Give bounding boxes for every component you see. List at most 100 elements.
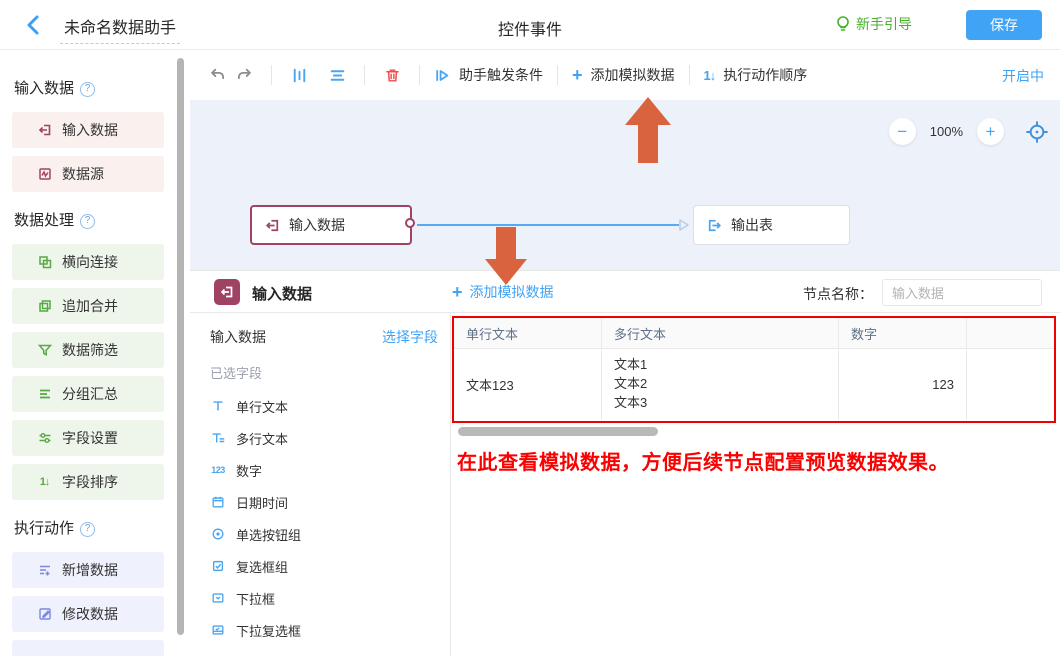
- radio-icon: [210, 526, 226, 542]
- sidebar-item-horizontal-join[interactable]: 横向连接: [12, 244, 164, 280]
- sidebar-item-edit-data[interactable]: 修改数据: [12, 596, 164, 632]
- fields-source-label: 输入数据: [210, 327, 266, 347]
- zoom-in-button[interactable]: +: [977, 118, 1004, 145]
- panel-add-mock-button[interactable]: + 添加模拟数据: [452, 282, 554, 302]
- table-horizontal-scrollbar[interactable]: [458, 427, 658, 436]
- beginner-guide-link[interactable]: 新手引导: [835, 14, 912, 34]
- sidebar-item-data-filter[interactable]: 数据筛选: [12, 332, 164, 368]
- add-mock-data-label: 添加模拟数据: [591, 65, 675, 85]
- node-library-sidebar: 输入数据 ? 输入数据 数据源 数据处理 ?: [0, 50, 190, 656]
- sliders-icon: [36, 430, 53, 447]
- table-cell: 123: [839, 349, 967, 420]
- trigger-play-icon: [434, 67, 451, 84]
- node-name-label: 节点名称：: [803, 284, 873, 304]
- sidebar-scrollbar[interactable]: [177, 58, 184, 635]
- sidebar-item-append-merge[interactable]: 追加合并: [12, 288, 164, 324]
- edge-arrowhead-icon: [677, 217, 691, 233]
- table-cell: 文本123: [454, 349, 602, 420]
- table-header-row: 单行文本 多行文本 数字: [454, 318, 1054, 349]
- node-input-data[interactable]: 输入数据: [250, 205, 412, 245]
- sidebar-item-field-settings[interactable]: 字段设置: [12, 420, 164, 456]
- select-fields-link[interactable]: 选择字段: [382, 327, 438, 347]
- action-order-button[interactable]: 1↓ 执行动作顺序: [704, 65, 808, 85]
- zoom-out-button[interactable]: −: [889, 118, 916, 145]
- action-order-label: 执行动作顺序: [723, 65, 807, 85]
- trigger-condition-button[interactable]: 助手触发条件: [434, 65, 543, 85]
- toolbar-divider: [689, 65, 690, 85]
- hint-arrow-down: [485, 227, 527, 285]
- checkbox-icon: [210, 558, 226, 574]
- align-vertical-icon[interactable]: [286, 62, 312, 88]
- section-input-data: 输入数据 ? 输入数据 数据源: [12, 78, 190, 192]
- order-icon: 1↓: [704, 68, 716, 83]
- dropdown-multi-icon: [210, 622, 226, 638]
- toolbar-divider: [557, 65, 558, 85]
- field-checkbox-group[interactable]: 复选框组: [210, 550, 438, 582]
- number-icon: 123: [210, 462, 226, 478]
- column-header: 单行文本: [454, 318, 602, 349]
- section-data-processing: 数据处理 ? 横向连接 追加合并 数据筛选: [12, 210, 190, 500]
- node-output-port[interactable]: [405, 218, 415, 228]
- section-title: 数据处理 ?: [14, 210, 190, 232]
- panel-header: 输入数据 + 添加模拟数据 节点名称：: [190, 271, 1060, 313]
- locate-crosshair-icon[interactable]: [1026, 121, 1048, 143]
- sidebar-item-field-sort[interactable]: 1↓ 字段排序: [12, 464, 164, 500]
- plus-icon: +: [452, 283, 463, 301]
- sidebar-item-add-data[interactable]: 新增数据: [12, 552, 164, 588]
- edit-data-icon: [36, 606, 53, 623]
- beginner-guide-label: 新手引导: [856, 14, 912, 34]
- panel-add-mock-label: 添加模拟数据: [470, 282, 554, 302]
- redo-icon[interactable]: [231, 62, 257, 88]
- calendar-icon: [210, 494, 226, 510]
- node-config-panel: 输入数据 + 添加模拟数据 节点名称： 输入数据 选择字段 已选字段: [190, 270, 1060, 656]
- save-button[interactable]: 保存: [966, 10, 1042, 40]
- import-icon: [36, 122, 53, 139]
- filter-icon: [36, 342, 53, 359]
- zoom-level: 100%: [930, 124, 963, 139]
- align-horizontal-icon[interactable]: [324, 62, 350, 88]
- mock-data-table: 单行文本 多行文本 数字 文本123 文本1 文本2 文本3 123: [452, 316, 1056, 423]
- section-actions: 执行动作 ? 新增数据 修改数据: [12, 518, 190, 656]
- node-output-table[interactable]: 输出表: [693, 205, 850, 245]
- dropdown-icon: [210, 590, 226, 606]
- sidebar-item-data-source[interactable]: 数据源: [12, 156, 164, 192]
- canvas-toolbar: 助手触发条件 + 添加模拟数据 1↓ 执行动作顺序 开启中: [190, 50, 1060, 100]
- node-name-input[interactable]: [882, 279, 1042, 306]
- help-icon[interactable]: ?: [80, 214, 95, 229]
- app-window: 未命名数据助手 控件事件 新手引导 保存 输入数据 ? 输入数据: [0, 0, 1060, 656]
- field-dropdown[interactable]: 下拉框: [210, 582, 438, 614]
- export-icon: [706, 217, 723, 234]
- datasource-icon: [36, 166, 53, 183]
- trigger-condition-label: 助手触发条件: [459, 65, 543, 85]
- sidebar-item-input-data[interactable]: 输入数据: [12, 112, 164, 148]
- sort-icon: 1↓: [36, 474, 53, 491]
- help-icon[interactable]: ?: [80, 522, 95, 537]
- help-icon[interactable]: ?: [80, 82, 95, 97]
- field-multi-text[interactable]: 多行文本: [210, 422, 438, 454]
- group-summary-icon: [36, 386, 53, 403]
- field-dropdown-multi[interactable]: 下拉复选框: [210, 614, 438, 646]
- section-title: 执行动作 ?: [14, 518, 190, 540]
- field-datetime[interactable]: 日期时间: [210, 486, 438, 518]
- single-text-icon: [210, 398, 226, 414]
- delete-icon[interactable]: [379, 62, 405, 88]
- column-header-empty: [967, 318, 1054, 349]
- sidebar-item-partial[interactable]: [12, 640, 164, 656]
- table-cell-empty: [967, 349, 1054, 420]
- section-title: 输入数据 ?: [14, 78, 190, 100]
- undo-icon[interactable]: [205, 62, 231, 88]
- selected-fields-label: 已选字段: [210, 363, 438, 382]
- field-single-text[interactable]: 单行文本: [210, 390, 438, 422]
- top-header: 未命名数据助手 控件事件 新手引导 保存: [0, 0, 1060, 50]
- node-label: 输入数据: [289, 215, 345, 235]
- field-radio-group[interactable]: 单选按钮组: [210, 518, 438, 550]
- multi-text-icon: [210, 430, 226, 446]
- add-mock-data-button[interactable]: + 添加模拟数据: [572, 65, 675, 85]
- toolbar-divider: [364, 65, 365, 85]
- status-badge[interactable]: 开启中: [1002, 66, 1044, 86]
- table-row: 文本123 文本1 文本2 文本3 123: [454, 349, 1054, 420]
- field-number[interactable]: 123 数字: [210, 454, 438, 486]
- fields-pane: 输入数据 选择字段 已选字段 单行文本 多行文本 12: [190, 313, 451, 656]
- sidebar-item-group-summary[interactable]: 分组汇总: [12, 376, 164, 412]
- merge-icon: [36, 298, 53, 315]
